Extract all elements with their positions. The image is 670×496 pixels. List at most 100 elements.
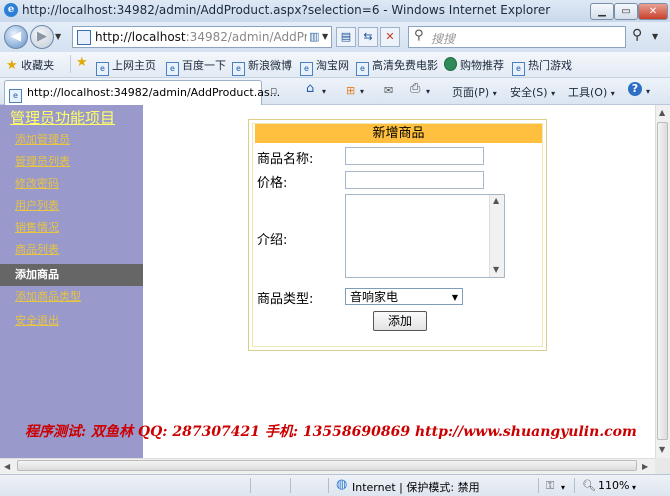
- chevron-down-icon: ▾: [492, 89, 497, 98]
- scroll-left-icon[interactable]: ◀: [4, 462, 10, 471]
- feeds-dropdown-icon[interactable]: ▾: [360, 87, 364, 96]
- history-dropdown-icon[interactable]: ▼: [55, 32, 61, 41]
- form-title: 新增商品: [255, 124, 542, 143]
- add-favorite-icon[interactable]: ★: [76, 55, 88, 70]
- page-menu[interactable]: 页面(P) ▾: [452, 84, 497, 100]
- sidebar-item-add-product[interactable]: 添加商品: [0, 264, 143, 286]
- status-bar: ◍ Internet | 保护模式: 禁用 ⚿ ▾ 🔍︎ 110% ▾: [0, 474, 670, 496]
- scroll-corner: [655, 458, 670, 474]
- print-dropdown-icon[interactable]: ▾: [426, 87, 430, 96]
- tab-command-bar: e http://localhost:34982/admin/AddProduc…: [0, 78, 670, 105]
- sidebar-item-sales[interactable]: 销售情况: [0, 217, 143, 239]
- url-path: :34982/admin/AddProduc: [185, 30, 307, 44]
- ie-logo-icon: e: [4, 3, 18, 17]
- internet-zone-icon: ◍: [336, 477, 348, 492]
- fav-item-1[interactable]: e 百度一下: [166, 57, 226, 76]
- fav-item-3[interactable]: e 淘宝网: [300, 57, 349, 76]
- mail-icon[interactable]: ✉: [384, 84, 393, 97]
- tab-title: http://localhost:34982/admin/AddProduct.…: [27, 86, 281, 99]
- sidebar-item-admin-list[interactable]: 管理员列表: [0, 151, 143, 173]
- scroll-up-icon[interactable]: ▲: [659, 108, 665, 117]
- favorites-label: 收藏夹: [21, 59, 55, 72]
- zoom-icon[interactable]: 🔍︎: [582, 479, 596, 492]
- scroll-down-icon[interactable]: ▼: [493, 265, 499, 274]
- minimize-icon: ▁: [598, 6, 606, 17]
- product-name-input[interactable]: [345, 147, 484, 165]
- help-icon[interactable]: ?: [628, 82, 642, 96]
- compatibility-icon: ▤: [340, 30, 352, 43]
- fav-item-6[interactable]: e 热门游戏: [512, 57, 572, 76]
- scroll-right-icon[interactable]: ▶: [642, 462, 648, 471]
- help-dropdown-icon[interactable]: ▾: [646, 87, 650, 96]
- textarea-scrollbar[interactable]: ▲ ▼: [489, 195, 504, 277]
- tools-menu[interactable]: 工具(O) ▾: [568, 84, 615, 100]
- price-input[interactable]: [345, 171, 484, 189]
- browser-tab[interactable]: e http://localhost:34982/admin/AddProduc…: [4, 80, 280, 105]
- home-dropdown-icon[interactable]: ▾: [322, 87, 326, 96]
- vertical-scroll-thumb[interactable]: [657, 122, 668, 440]
- sidebar-item-change-password[interactable]: 修改密码: [0, 173, 143, 195]
- favorites-bar: ★ 收藏夹 ★ e 上网主页 e 百度一下 e 新浪微博 e 淘宝网 e 高清免费电影 购…: [0, 52, 670, 78]
- divider: [538, 478, 539, 493]
- zoom-dropdown-icon[interactable]: ▾: [632, 483, 636, 492]
- search-icon[interactable]: ⚲: [632, 27, 642, 43]
- sidebar-item-logout[interactable]: 安全退出: [0, 310, 143, 332]
- fav-item-0[interactable]: e 上网主页: [96, 57, 156, 76]
- divider: [328, 478, 329, 493]
- page-icon: [77, 30, 91, 45]
- fav-item-4[interactable]: e 高清免费电影: [356, 57, 438, 76]
- safety-menu[interactable]: 安全(S) ▾: [510, 84, 555, 100]
- url-dropdown-icon[interactable]: ▼: [322, 32, 328, 41]
- new-tab-icon[interactable]: ▫: [270, 84, 277, 97]
- security-zone[interactable]: Internet | 保护模式: 禁用: [352, 479, 480, 495]
- scroll-up-icon[interactable]: ▲: [493, 196, 499, 205]
- search-field[interactable]: ⚲ 搜搜: [408, 26, 626, 48]
- search-dropdown-icon[interactable]: ▼: [652, 32, 658, 41]
- add-button[interactable]: 添加: [373, 311, 427, 331]
- zoom-level[interactable]: 110%: [598, 479, 629, 492]
- footer-contact: 程序测试: 双鱼林 QQ: 287307421 手机: 13558690869 …: [25, 424, 637, 440]
- address-bar: ◀ ▶ ▼ http://localhost:34982/admin/AddPr…: [0, 22, 670, 52]
- sidebar-item-add-product-type[interactable]: 添加商品类型: [0, 286, 143, 308]
- stop-button[interactable]: ✕: [380, 27, 400, 47]
- sidebar-item-add-admin[interactable]: 添加管理员: [0, 129, 143, 151]
- intro-textarea[interactable]: ▲ ▼: [345, 194, 505, 278]
- favorites-button[interactable]: ★ 收藏夹: [6, 57, 54, 73]
- page-icon: e: [9, 89, 22, 103]
- sidebar-item-user-list[interactable]: 用户列表: [0, 195, 143, 217]
- forward-button[interactable]: ▶: [30, 25, 54, 49]
- compat-view-icon[interactable]: ▥: [309, 30, 319, 43]
- url-field[interactable]: http://localhost:34982/admin/AddProduc ▥: [72, 26, 332, 48]
- divider: [250, 478, 251, 493]
- stop-icon: ✕: [385, 30, 395, 43]
- refresh-button[interactable]: ⇆: [358, 27, 378, 47]
- product-type-select[interactable]: 音响家电 ▼: [345, 288, 463, 305]
- maximize-button[interactable]: ▭: [614, 3, 638, 20]
- sidebar-heading[interactable]: 管理员功能项目: [10, 107, 115, 128]
- protected-mode-icon[interactable]: ⚿: [546, 479, 554, 493]
- page-icon: e: [300, 62, 313, 76]
- horizontal-scroll-thumb[interactable]: [17, 460, 637, 471]
- fav-item-5[interactable]: 购物推荐: [444, 57, 504, 73]
- close-icon: ✕: [648, 6, 658, 17]
- home-icon[interactable]: ⌂: [306, 81, 314, 96]
- star-icon: ★: [6, 58, 18, 73]
- sidebar-item-product-list[interactable]: 商品列表: [0, 239, 143, 261]
- close-button[interactable]: ✕: [638, 3, 668, 20]
- chevron-down-icon: ▾: [551, 89, 556, 98]
- print-icon[interactable]: ⎙: [410, 81, 420, 96]
- product-type-value: 音响家电: [350, 290, 399, 304]
- intro-label: 介绍:: [257, 233, 288, 248]
- back-button[interactable]: ◀: [4, 25, 28, 49]
- scroll-down-icon[interactable]: ▼: [659, 445, 665, 454]
- price-label: 价格:: [257, 176, 288, 191]
- feeds-icon[interactable]: ⊞: [346, 84, 355, 97]
- compatibility-button[interactable]: ▤: [336, 27, 356, 47]
- divider: [290, 478, 291, 493]
- search-provider-icon: ⚲: [414, 28, 424, 43]
- minimize-button[interactable]: ▁: [590, 3, 614, 20]
- fav-item-2[interactable]: e 新浪微博: [232, 57, 292, 76]
- url-host: http://localhost: [95, 30, 186, 44]
- chevron-down-icon[interactable]: ▾: [561, 483, 565, 492]
- chevron-down-icon: ▼: [451, 293, 458, 302]
